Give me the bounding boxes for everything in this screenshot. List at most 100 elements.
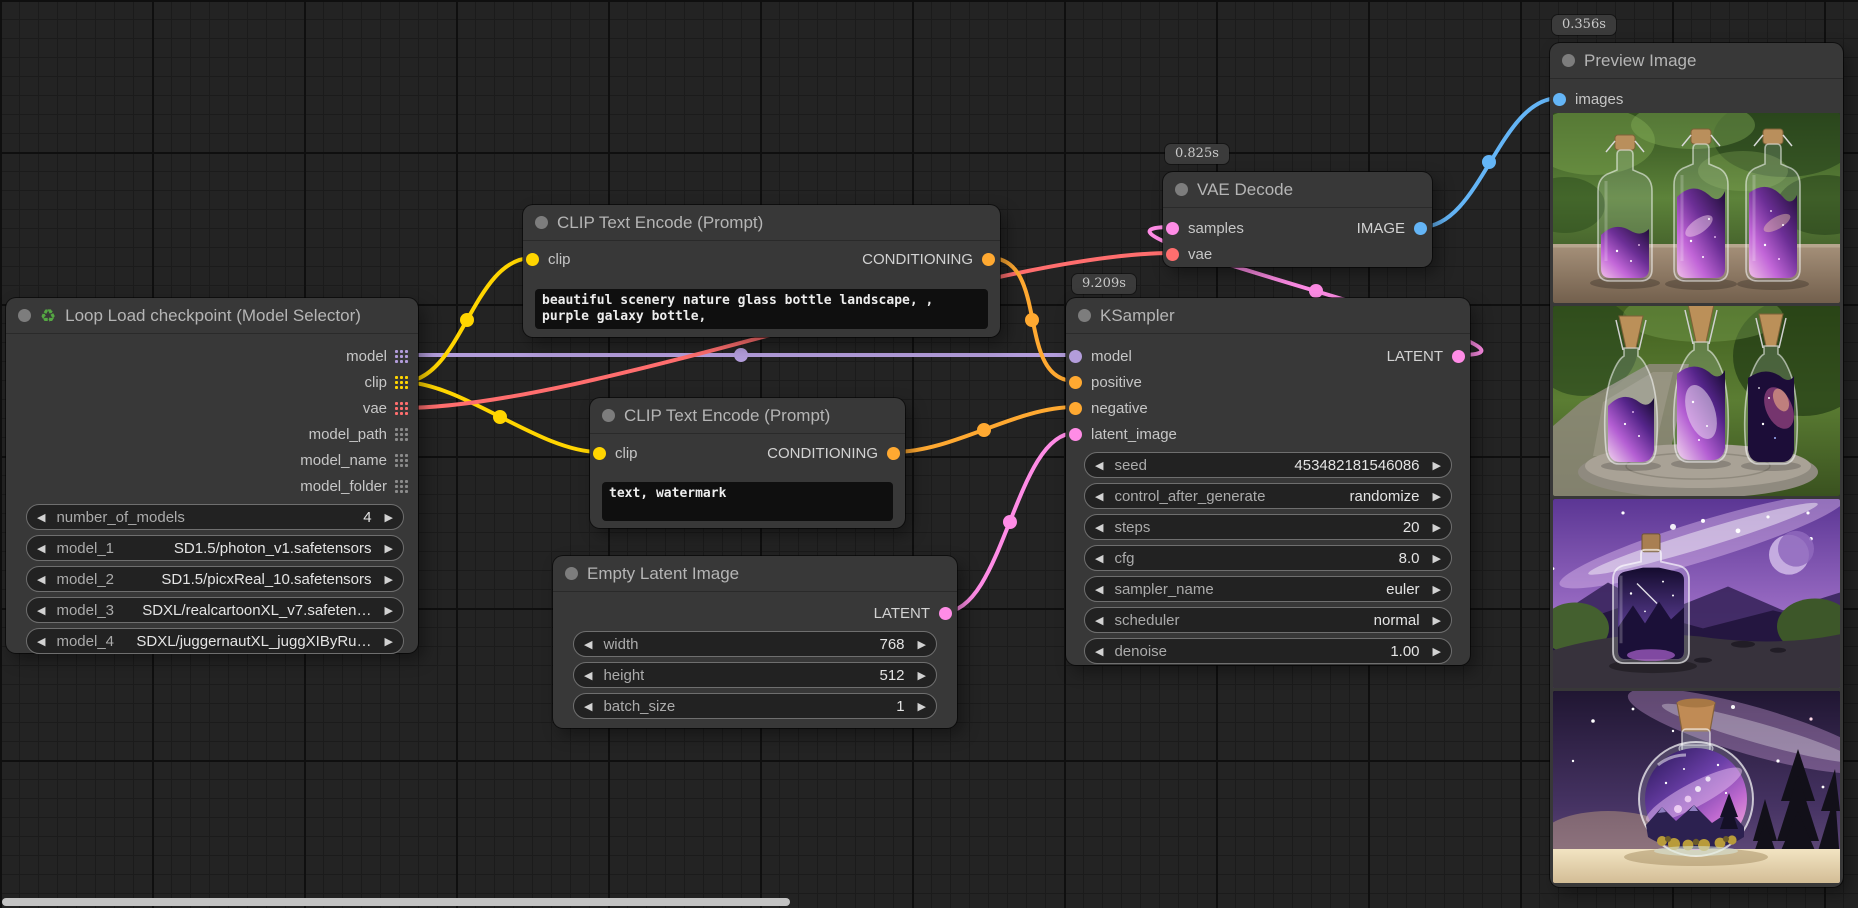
node-ksampler[interactable]: KSampler model LATENT positive negative … — [1066, 298, 1470, 665]
widget-scheduler[interactable]: ◀ scheduler normal ▶ — [1084, 607, 1452, 633]
output-port[interactable] — [1452, 350, 1465, 363]
decrement-arrow-icon[interactable]: ◀ — [1095, 583, 1103, 596]
node-vae-decode[interactable]: VAE Decode samples IMAGE vae — [1163, 172, 1432, 267]
decrement-arrow-icon[interactable]: ◀ — [1095, 645, 1103, 658]
decrement-arrow-icon[interactable]: ◀ — [584, 669, 592, 682]
multi-output-grid-icon[interactable] — [395, 428, 408, 441]
input-port[interactable] — [1069, 350, 1082, 363]
multi-output-grid-icon[interactable] — [395, 376, 408, 389]
output-port[interactable] — [887, 447, 900, 460]
widget-steps[interactable]: ◀ steps 20 ▶ — [1084, 514, 1452, 540]
increment-arrow-icon[interactable]: ▶ — [1433, 552, 1441, 565]
slot-label: CONDITIONING — [767, 445, 878, 462]
node-header[interactable]: CLIP Text Encode (Prompt) — [590, 398, 905, 434]
node-header[interactable]: VAE Decode — [1163, 172, 1432, 208]
widget-seed[interactable]: ◀ seed 453482181546086 ▶ — [1084, 452, 1452, 478]
collapse-dot-icon[interactable] — [18, 309, 31, 322]
collapse-dot-icon[interactable] — [1078, 309, 1091, 322]
decrement-arrow-icon[interactable]: ◀ — [584, 700, 592, 713]
widget-value: 512 — [880, 667, 905, 684]
decrement-arrow-icon[interactable]: ◀ — [37, 604, 45, 617]
comfyui-node-graph[interactable]: { "ui": {"arrow_left": "◀", "arrow_right… — [0, 0, 1858, 908]
collapse-dot-icon[interactable] — [1175, 183, 1188, 196]
increment-arrow-icon[interactable]: ▶ — [1433, 645, 1441, 658]
increment-arrow-icon[interactable]: ▶ — [918, 638, 926, 651]
increment-arrow-icon[interactable]: ▶ — [385, 573, 393, 586]
node-header[interactable]: Preview Image — [1550, 43, 1843, 79]
widget-model-4[interactable]: ◀ model_4 SDXL/juggernautXL_juggXIByRu… … — [26, 628, 404, 654]
increment-arrow-icon[interactable]: ▶ — [1433, 583, 1441, 596]
decrement-arrow-icon[interactable]: ◀ — [37, 573, 45, 586]
wire-clip-negative — [402, 382, 599, 452]
node-header[interactable]: CLIP Text Encode (Prompt) — [523, 205, 1000, 241]
decrement-arrow-icon[interactable]: ◀ — [37, 635, 45, 648]
input-port[interactable] — [1069, 428, 1082, 441]
decrement-arrow-icon[interactable]: ◀ — [584, 638, 592, 651]
increment-arrow-icon[interactable]: ▶ — [385, 511, 393, 524]
widget-model-2[interactable]: ◀ model_2 SD1.5/picxReal_10.safetensors … — [26, 566, 404, 592]
widget-control-after-generate[interactable]: ◀ control_after_generate randomize ▶ — [1084, 483, 1452, 509]
widget-model-3[interactable]: ◀ model_3 SDXL/realcartoonXL_v7.safeten…… — [26, 597, 404, 623]
widget-model-1[interactable]: ◀ model_1 SD1.5/photon_v1.safetensors ▶ — [26, 535, 404, 561]
widget-label: model_1 — [56, 540, 114, 557]
increment-arrow-icon[interactable]: ▶ — [1433, 521, 1441, 534]
widget-number-of-models[interactable]: ◀ number_of_models 4 ▶ — [26, 504, 404, 530]
widget-height[interactable]: ◀ height 512 ▶ — [573, 662, 937, 688]
decrement-arrow-icon[interactable]: ◀ — [1095, 490, 1103, 503]
widget-cfg[interactable]: ◀ cfg 8.0 ▶ — [1084, 545, 1452, 571]
widget-batch-size[interactable]: ◀ batch_size 1 ▶ — [573, 693, 937, 719]
increment-arrow-icon[interactable]: ▶ — [1433, 614, 1441, 627]
node-clip-text-encode-positive[interactable]: CLIP Text Encode (Prompt) clip CONDITION… — [523, 205, 1000, 337]
increment-arrow-icon[interactable]: ▶ — [1433, 490, 1441, 503]
widget-sampler-name[interactable]: ◀ sampler_name euler ▶ — [1084, 576, 1452, 602]
widget-value: 1 — [896, 698, 904, 715]
collapse-dot-icon[interactable] — [535, 216, 548, 229]
input-port[interactable] — [1069, 402, 1082, 415]
increment-arrow-icon[interactable]: ▶ — [385, 542, 393, 555]
wire-conditioning-positive — [990, 258, 1075, 381]
output-port[interactable] — [939, 607, 952, 620]
collapse-dot-icon[interactable] — [602, 409, 615, 422]
prompt-textarea[interactable]: beautiful scenery nature glass bottle la… — [535, 289, 988, 329]
decrement-arrow-icon[interactable]: ◀ — [1095, 552, 1103, 565]
increment-arrow-icon[interactable]: ▶ — [1433, 459, 1441, 472]
input-port[interactable] — [526, 253, 539, 266]
widget-label: model_2 — [56, 571, 114, 588]
multi-output-grid-icon[interactable] — [395, 454, 408, 467]
node-header[interactable]: ♻ Loop Load checkpoint (Model Selector) — [6, 298, 418, 334]
decrement-arrow-icon[interactable]: ◀ — [1095, 521, 1103, 534]
wire-latent — [944, 433, 1075, 612]
node-clip-text-encode-negative[interactable]: CLIP Text Encode (Prompt) clip CONDITION… — [590, 398, 905, 528]
multi-output-grid-icon[interactable] — [395, 402, 408, 415]
multi-output-grid-icon[interactable] — [395, 480, 408, 493]
decrement-arrow-icon[interactable]: ◀ — [37, 511, 45, 524]
increment-arrow-icon[interactable]: ▶ — [918, 669, 926, 682]
input-port[interactable] — [1166, 248, 1179, 261]
node-empty-latent-image[interactable]: Empty Latent Image LATENT ◀ width 768 ▶ … — [553, 556, 957, 728]
slot-label: vae — [363, 400, 387, 417]
horizontal-scrollbar[interactable] — [2, 898, 790, 906]
node-header[interactable]: KSampler — [1066, 298, 1470, 334]
increment-arrow-icon[interactable]: ▶ — [385, 604, 393, 617]
prompt-textarea[interactable]: text, watermark — [602, 482, 893, 521]
collapse-dot-icon[interactable] — [565, 567, 578, 580]
increment-arrow-icon[interactable]: ▶ — [385, 635, 393, 648]
node-preview-image[interactable]: Preview Image images — [1550, 43, 1843, 887]
output-port[interactable] — [982, 253, 995, 266]
collapse-dot-icon[interactable] — [1562, 54, 1575, 67]
input-port[interactable] — [1553, 93, 1566, 106]
decrement-arrow-icon[interactable]: ◀ — [1095, 459, 1103, 472]
multi-output-grid-icon[interactable] — [395, 350, 408, 363]
node-loop-load-checkpoint[interactable]: ♻ Loop Load checkpoint (Model Selector) … — [6, 298, 418, 653]
widget-width[interactable]: ◀ width 768 ▶ — [573, 631, 937, 657]
input-port[interactable] — [593, 447, 606, 460]
slot-label: clip — [364, 374, 387, 391]
decrement-arrow-icon[interactable]: ◀ — [37, 542, 45, 555]
output-port[interactable] — [1414, 222, 1427, 235]
input-port[interactable] — [1069, 376, 1082, 389]
node-header[interactable]: Empty Latent Image — [553, 556, 957, 592]
widget-denoise[interactable]: ◀ denoise 1.00 ▶ — [1084, 638, 1452, 664]
input-port[interactable] — [1166, 222, 1179, 235]
increment-arrow-icon[interactable]: ▶ — [918, 700, 926, 713]
decrement-arrow-icon[interactable]: ◀ — [1095, 614, 1103, 627]
